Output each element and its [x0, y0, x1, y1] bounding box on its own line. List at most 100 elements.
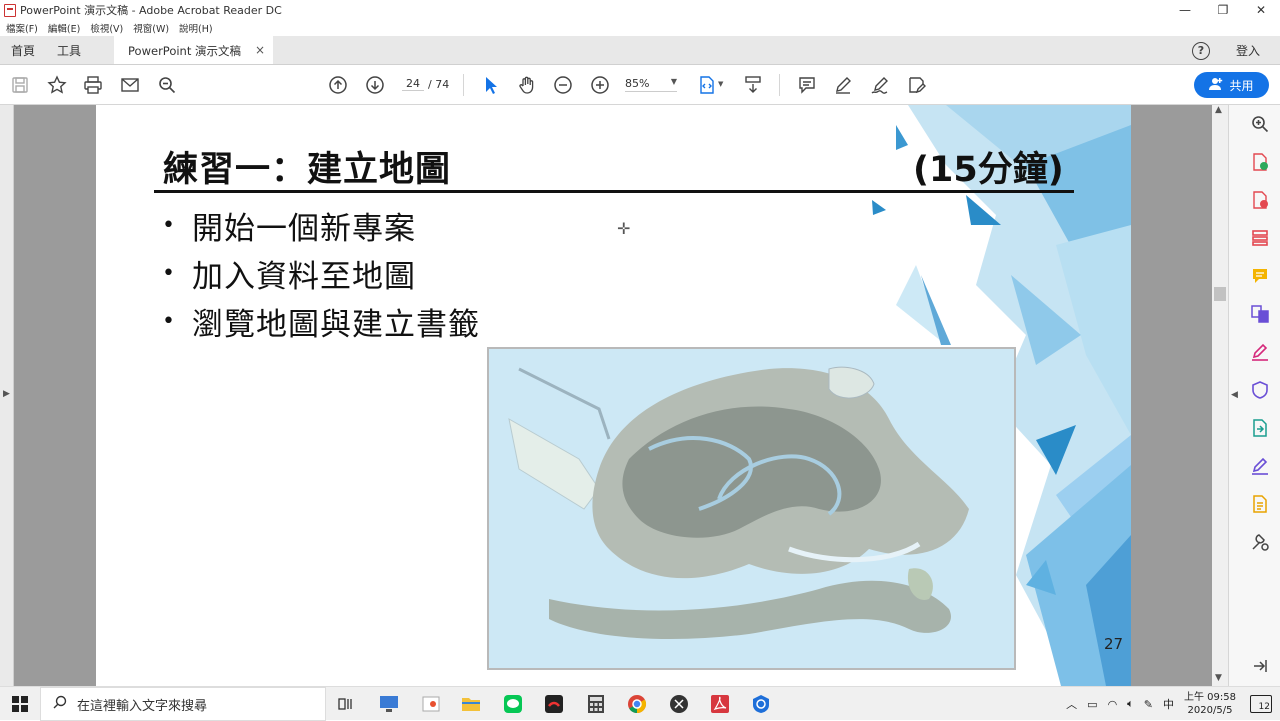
request-signature-icon[interactable]: [1249, 455, 1271, 477]
tabbar-right: ? 登入: [1191, 36, 1280, 65]
organize-pages-icon[interactable]: [1249, 303, 1271, 325]
battery-icon[interactable]: ▭: [1087, 698, 1097, 711]
left-panel-toggle[interactable]: ▶: [0, 105, 14, 686]
map-illustration: [489, 349, 1014, 668]
tab-home[interactable]: 首頁: [0, 35, 46, 64]
add-user-icon: [1209, 77, 1223, 94]
tab-tools[interactable]: 工具: [46, 35, 92, 64]
scrollbar-thumb[interactable]: [1214, 287, 1226, 301]
wifi-icon[interactable]: ◠: [1108, 698, 1118, 711]
toolbar-divider: [779, 74, 780, 96]
task-view-icon[interactable]: [335, 693, 357, 715]
bullet-list: • 開始一個新專案 • 加入資料至地圖 • 瀏覽地圖與建立書籤: [162, 201, 480, 345]
volume-icon[interactable]: 🔈︎: [1127, 697, 1134, 711]
scroll-down-icon[interactable]: ▼: [1215, 673, 1222, 683]
search-icon[interactable]: [156, 74, 178, 96]
comment-icon[interactable]: [796, 74, 818, 96]
acrobat-app-icon: [4, 3, 16, 17]
chevron-down-icon: ▼: [670, 77, 677, 86]
page-navigator: 24 / 74: [402, 77, 449, 91]
scroll-up-icon[interactable]: ▲: [1215, 105, 1222, 115]
taskbar-clock[interactable]: 上午 09:58 2020/5/5: [1184, 691, 1236, 717]
zoom-level-select[interactable]: 85% ▼: [625, 77, 677, 92]
create-pdf-icon[interactable]: [1249, 189, 1271, 211]
search-tool-icon[interactable]: [1249, 113, 1271, 135]
zoom-in-icon[interactable]: [589, 74, 611, 96]
toolbar-divider: [463, 74, 464, 96]
save-icon[interactable]: [9, 74, 31, 96]
menu-file[interactable]: 檔案(F): [6, 21, 38, 35]
bullet-icon: •: [162, 212, 176, 238]
menu-view[interactable]: 檢視(V): [90, 21, 123, 35]
collapse-pane-icon[interactable]: ◀: [1231, 390, 1238, 400]
email-icon[interactable]: [119, 74, 141, 96]
prepare-form-icon[interactable]: [1249, 493, 1271, 515]
menu-edit[interactable]: 編輯(E): [48, 21, 80, 35]
hand-tool-icon[interactable]: [516, 74, 538, 96]
page-number-input[interactable]: 24: [402, 77, 424, 91]
highlight-pen-icon[interactable]: [832, 74, 854, 96]
protect-shield-icon[interactable]: [1249, 379, 1271, 401]
export-pdf-icon[interactable]: [1249, 151, 1271, 173]
vertical-scrollbar[interactable]: ▲ ▼: [1212, 105, 1228, 686]
taskbar-search-input[interactable]: 在這裡輸入文字來搜尋: [40, 687, 326, 721]
maximize-button[interactable]: ❐: [1204, 0, 1242, 20]
windows-start-icon[interactable]: [12, 696, 28, 712]
more-tools-icon[interactable]: [1249, 531, 1271, 553]
pen-icon[interactable]: ✎: [1144, 698, 1153, 711]
share-label: 共用: [1229, 78, 1254, 93]
list-item: • 瀏覽地圖與建立書籤: [162, 297, 480, 345]
print-icon[interactable]: [82, 74, 104, 96]
share-button[interactable]: 共用: [1194, 72, 1269, 98]
menu-window[interactable]: 視窗(W): [133, 21, 169, 35]
chrome-icon[interactable]: [626, 693, 648, 715]
app-icon[interactable]: [420, 693, 442, 715]
title-underline: [154, 190, 1074, 193]
fill-sign-icon[interactable]: [1249, 341, 1271, 363]
clock-time: 上午 09:58: [1184, 692, 1236, 703]
tab-document[interactable]: PowerPoint 演示文稿 ×: [114, 35, 274, 64]
menu-help[interactable]: 說明(H): [179, 21, 213, 35]
help-icon[interactable]: ?: [1191, 41, 1210, 60]
crosshair-cursor-icon: ✛: [617, 219, 631, 238]
fit-page-dropdown-icon[interactable]: ▼: [718, 80, 723, 88]
previous-page-icon[interactable]: [327, 74, 349, 96]
acrobat-reader-icon[interactable]: [709, 693, 731, 715]
search-placeholder: 在這裡輸入文字來搜尋: [77, 698, 208, 714]
minimize-button[interactable]: —: [1166, 0, 1204, 20]
vpn-app-icon[interactable]: [750, 693, 772, 715]
sign-icon[interactable]: [869, 74, 891, 96]
windows-taskbar: 在這裡輸入文字來搜尋 ︿ ▭ ◠ 🔈︎ ✎ 中 上午 09:58 2020/5/…: [0, 686, 1280, 721]
signin-link[interactable]: 登入: [1236, 42, 1260, 59]
scroll-mode-icon[interactable]: [742, 74, 764, 96]
ime-indicator[interactable]: 中: [1163, 696, 1174, 712]
fit-page-icon[interactable]: [696, 74, 718, 96]
send-review-icon[interactable]: [1249, 417, 1271, 439]
main-toolbar: 24 / 74 85% ▼ ▼ 共用: [0, 65, 1280, 105]
zoom-out-icon[interactable]: [552, 74, 574, 96]
tab-bar: 首頁 工具 PowerPoint 演示文稿 × ? 登入: [0, 35, 1280, 65]
list-item: • 開始一個新專案: [162, 201, 480, 249]
clock-date: 2020/5/5: [1187, 705, 1233, 716]
file-explorer-icon[interactable]: [460, 693, 482, 715]
tray-expand-icon[interactable]: ︿: [1066, 696, 1077, 712]
bookmark-star-icon[interactable]: [46, 74, 68, 96]
close-window-button[interactable]: ✕: [1242, 0, 1280, 20]
collapse-right-pane-icon[interactable]: [1249, 655, 1271, 677]
pdf-page: 練習一：建立地圖 (15分鐘) • 開始一個新專案 • 加入資料至地圖 • 瀏覽地圖與…: [96, 105, 1131, 686]
next-page-icon[interactable]: [364, 74, 386, 96]
app-icon[interactable]: [668, 693, 690, 715]
select-cursor-icon[interactable]: [479, 74, 501, 96]
menu-bar: 檔案(F) 編輯(E) 檢視(V) 視窗(W) 說明(H): [0, 20, 1280, 36]
remote-desktop-icon[interactable]: [378, 693, 400, 715]
media-app-icon[interactable]: [543, 693, 565, 715]
right-tools-pane: ◀: [1228, 105, 1280, 686]
bullet-icon: •: [162, 260, 176, 286]
close-tab-button[interactable]: ×: [255, 43, 265, 57]
edit-pdf-icon[interactable]: [1249, 227, 1271, 249]
calculator-icon[interactable]: [585, 693, 607, 715]
notification-center-icon[interactable]: 12: [1250, 695, 1272, 713]
redact-tool-icon[interactable]: [905, 74, 927, 96]
comment-tool-icon[interactable]: [1249, 265, 1271, 287]
line-app-icon[interactable]: [502, 693, 524, 715]
